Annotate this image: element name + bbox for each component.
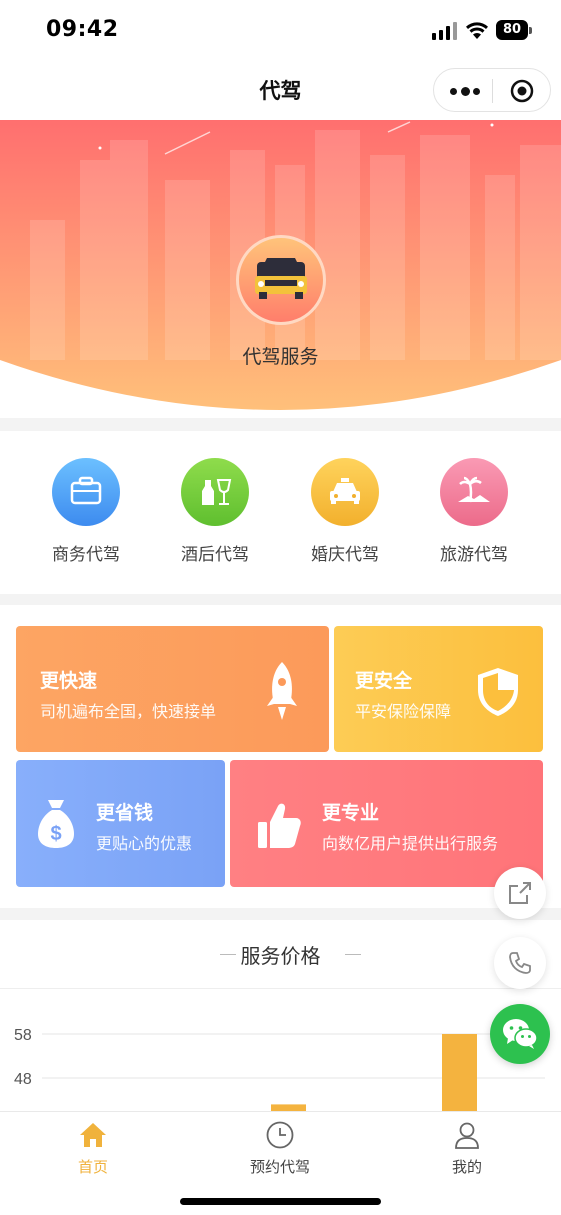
service-categories: 商务代驾 酒后代驾 婚庆代驾 旅游代驾 xyxy=(0,431,561,594)
rocket-icon xyxy=(267,662,297,720)
price-divider xyxy=(0,988,561,989)
category-wedding[interactable]: 婚庆代驾 xyxy=(290,458,400,565)
tab-home[interactable]: 首页 xyxy=(33,1120,153,1177)
palm-tree-icon xyxy=(440,458,508,526)
feature-subtitle: 更贴心的优惠 xyxy=(96,834,193,853)
wechat-button[interactable] xyxy=(490,1004,550,1064)
target-icon[interactable] xyxy=(510,79,534,103)
taxi-icon xyxy=(311,458,379,526)
tab-label: 我的 xyxy=(451,1158,482,1176)
hero-banner: 代驾服务 xyxy=(0,120,561,418)
capsule-divider xyxy=(492,79,493,103)
feature-title: 更专业 xyxy=(322,802,380,824)
wifi-icon xyxy=(466,22,488,39)
phone-icon xyxy=(509,952,531,974)
clock-icon xyxy=(266,1121,294,1149)
bottle-glass-icon xyxy=(181,458,249,526)
feature-card-professional[interactable]: 更专业 向数亿用户提供出行服务 xyxy=(230,760,543,887)
user-icon xyxy=(455,1122,479,1149)
thumbs-up-icon xyxy=(258,803,301,848)
y-tick-label: 58 xyxy=(14,1027,32,1044)
money-bag-icon: $ xyxy=(38,800,74,848)
category-label: 商务代驾 xyxy=(52,545,120,565)
share-icon xyxy=(509,882,531,904)
feature-card-safe[interactable]: 更安全 平安保险保障 xyxy=(334,626,543,752)
category-travel[interactable]: 旅游代驾 xyxy=(419,458,529,565)
feature-card-fast[interactable]: 更快速 司机遍布全国，快速接单 xyxy=(16,626,329,752)
price-chart: 58 48 xyxy=(14,1027,545,1112)
tab-label: 预约代驾 xyxy=(249,1158,310,1176)
tab-bar: 首页 预约代驾 我的 xyxy=(0,1111,561,1215)
mini-program-capsule xyxy=(433,68,551,112)
tab-reserve[interactable]: 预约代驾 xyxy=(220,1120,340,1177)
category-after-drinking[interactable]: 酒后代驾 xyxy=(160,458,270,565)
nav-bar: 代驾 xyxy=(0,60,561,120)
home-icon xyxy=(80,1123,106,1147)
tab-mine[interactable]: 我的 xyxy=(407,1120,527,1177)
car-icon xyxy=(255,258,307,299)
price-bar xyxy=(442,1034,477,1112)
feature-card-save[interactable]: $ 更省钱 更贴心的优惠 xyxy=(16,760,225,887)
status-time: 09:42 xyxy=(46,17,119,42)
y-tick-label: 48 xyxy=(14,1071,32,1088)
feature-subtitle: 平安保险保障 xyxy=(355,702,452,721)
home-indicator xyxy=(180,1198,381,1205)
tab-label: 首页 xyxy=(77,1158,108,1176)
feature-subtitle: 向数亿用户提供出行服务 xyxy=(322,834,499,853)
hero-label: 代驾服务 xyxy=(242,346,319,368)
price-section: 服务价格 58 48 xyxy=(0,920,561,1120)
status-bar: 09:42 80 xyxy=(0,0,561,60)
feature-title: 更省钱 xyxy=(96,802,154,824)
feature-subtitle: 司机遍布全国，快速接单 xyxy=(40,702,217,721)
category-label: 婚庆代驾 xyxy=(311,545,379,565)
category-label: 酒后代驾 xyxy=(181,545,249,565)
car-badge xyxy=(236,235,326,325)
wechat-icon xyxy=(503,1019,538,1049)
shield-icon xyxy=(478,668,518,716)
svg-text:$: $ xyxy=(50,823,61,845)
signal-icon xyxy=(432,22,458,40)
feature-title: 更安全 xyxy=(355,670,413,692)
battery-indicator: 80 xyxy=(496,20,532,40)
share-button[interactable] xyxy=(494,867,546,919)
category-label: 旅游代驾 xyxy=(440,545,508,565)
feature-title: 更快速 xyxy=(40,670,98,692)
briefcase-icon xyxy=(52,458,120,526)
category-business[interactable]: 商务代驾 xyxy=(31,458,141,565)
phone-button[interactable] xyxy=(494,937,546,989)
price-heading: 服务价格 xyxy=(240,944,321,968)
heading-dash-right xyxy=(345,954,361,955)
more-dots-icon[interactable] xyxy=(450,81,480,101)
feature-cards: 更快速 司机遍布全国，快速接单 更安全 平安保险保障 $ 更省钱 更贴心的优惠 xyxy=(0,605,561,908)
